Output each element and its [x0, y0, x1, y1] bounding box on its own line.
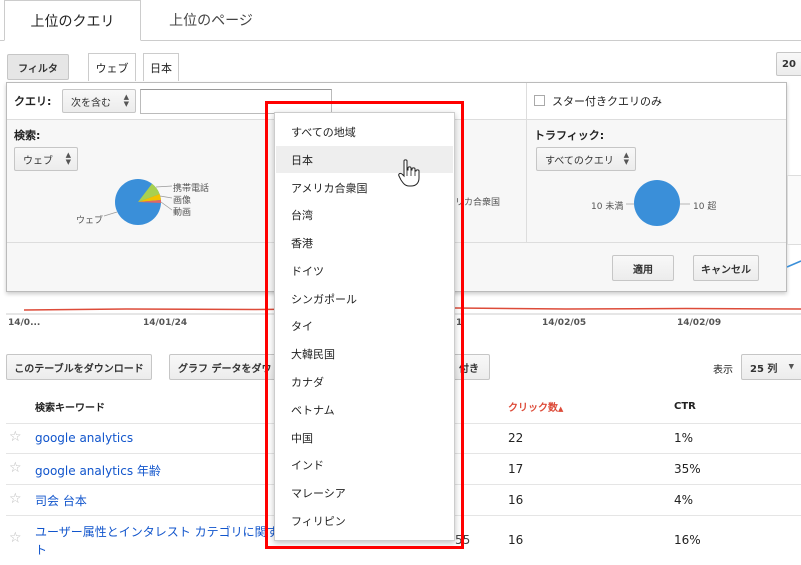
traffic-label-under: 10 未満: [591, 202, 624, 212]
row-clicks: 16: [508, 533, 524, 547]
filter-button[interactable]: フィルタ: [7, 54, 69, 80]
search-type-value: ウェブ: [23, 155, 53, 167]
column-header-ctr[interactable]: CTR: [674, 401, 696, 412]
rows-per-page-value: 25 列: [750, 363, 778, 375]
date-range-button[interactable]: 20: [776, 52, 801, 76]
download-chart-button[interactable]: グラフ データをダウ: [169, 354, 279, 380]
row-clicks: 22: [508, 431, 524, 445]
star-icon[interactable]: ☆: [9, 530, 22, 546]
star-icon[interactable]: ☆: [9, 491, 22, 507]
query-label: クエリ:: [14, 95, 52, 108]
row-keyword-link[interactable]: google analytics 年齢: [35, 462, 161, 479]
select-arrows-icon: ▲ ▼: [123, 93, 129, 108]
traffic-label: トラフィック:: [534, 129, 605, 142]
tab-top-queries-label: 上位のクエリ: [30, 13, 115, 30]
sort-ascending-icon: ▲: [558, 405, 564, 413]
star-icon[interactable]: ☆: [9, 429, 22, 445]
row-ctr: 16%: [674, 533, 701, 547]
highlight-frame: [265, 101, 464, 549]
right-edge-box: [787, 175, 801, 245]
tab-top-pages[interactable]: 上位のページ: [141, 0, 281, 40]
filter-button-label: フィルタ: [18, 63, 58, 75]
axis-tick-3: 14/02/05: [542, 318, 587, 328]
row-clicks: 16: [508, 493, 524, 507]
column-header-keyword[interactable]: 検索キーワード: [35, 399, 105, 414]
starred-only-label: スター付きクエリのみ: [552, 95, 662, 108]
traffic-pie-slice: [634, 180, 680, 226]
show-label: 表示: [713, 365, 733, 376]
traffic-select-value: すべてのクエリ: [545, 155, 614, 167]
search-type-select[interactable]: ウェブ ▲ ▼: [14, 147, 78, 171]
star-icon[interactable]: ☆: [9, 460, 22, 476]
tab-top-pages-label: 上位のページ: [169, 13, 253, 29]
filter-chip-web[interactable]: ウェブ: [88, 53, 136, 81]
starred-only-checkbox[interactable]: [534, 95, 545, 106]
traffic-label-over: 10 超: [693, 202, 717, 212]
download-table-button[interactable]: このテーブルをダウンロード: [6, 354, 152, 380]
row-keyword-link[interactable]: google analytics: [35, 431, 133, 445]
cancel-button[interactable]: キャンセル: [693, 255, 759, 281]
row-ctr: 35%: [674, 462, 701, 476]
pie-label-video: 動画: [173, 208, 192, 218]
axis-tick-1: 14/01/24: [143, 318, 188, 328]
chevron-down-icon: ▼: [788, 362, 794, 371]
traffic-select[interactable]: すべてのクエリ ▲ ▼: [536, 147, 636, 171]
row-clicks: 17: [508, 462, 524, 476]
rows-per-page-select[interactable]: 25 列 ▼: [741, 354, 801, 380]
panel-divider-right: [526, 120, 527, 242]
filter-chip-japan-label: 日本: [150, 61, 172, 75]
pie-label-web: ウェブ: [76, 216, 104, 226]
filter-chip-web-label: ウェブ: [95, 61, 129, 75]
right-edge-trend: [787, 260, 801, 268]
download-chart-label: グラフ データをダウ: [178, 363, 272, 375]
search-label: 検索:: [14, 129, 41, 142]
query-condition-value: 次を含む: [71, 97, 111, 109]
date-range-label: 20: [782, 58, 796, 70]
row-keyword-link-wrap[interactable]: ト: [35, 541, 47, 558]
axis-tick-0: 14/0...: [8, 318, 41, 328]
row-ctr: 1%: [674, 431, 694, 445]
axis-tick-4: 14/02/09: [677, 318, 722, 328]
apply-button[interactable]: 適用: [612, 255, 674, 281]
download-table-label: このテーブルをダウンロード: [14, 363, 144, 375]
tab-top-queries[interactable]: 上位のクエリ: [4, 0, 141, 41]
row-keyword-link[interactable]: 司会 台本: [35, 492, 87, 509]
row-keyword-link[interactable]: ユーザー属性とインタレスト カテゴリに関す: [35, 523, 279, 540]
select-arrows-icon: ▲ ▼: [65, 151, 71, 166]
cancel-button-label: キャンセル: [701, 264, 751, 276]
filter-chip-japan[interactable]: 日本: [143, 53, 179, 81]
apply-button-label: 適用: [633, 264, 653, 276]
column-header-clicks[interactable]: クリック数▲: [508, 399, 563, 414]
query-condition-select[interactable]: 次を含む ▲ ▼: [62, 89, 136, 113]
column-header-clicks-label: クリック数: [508, 403, 558, 414]
row-ctr: 4%: [674, 493, 694, 507]
select-arrows-icon: ▲ ▼: [623, 151, 629, 166]
panel-divider-top: [526, 83, 527, 120]
